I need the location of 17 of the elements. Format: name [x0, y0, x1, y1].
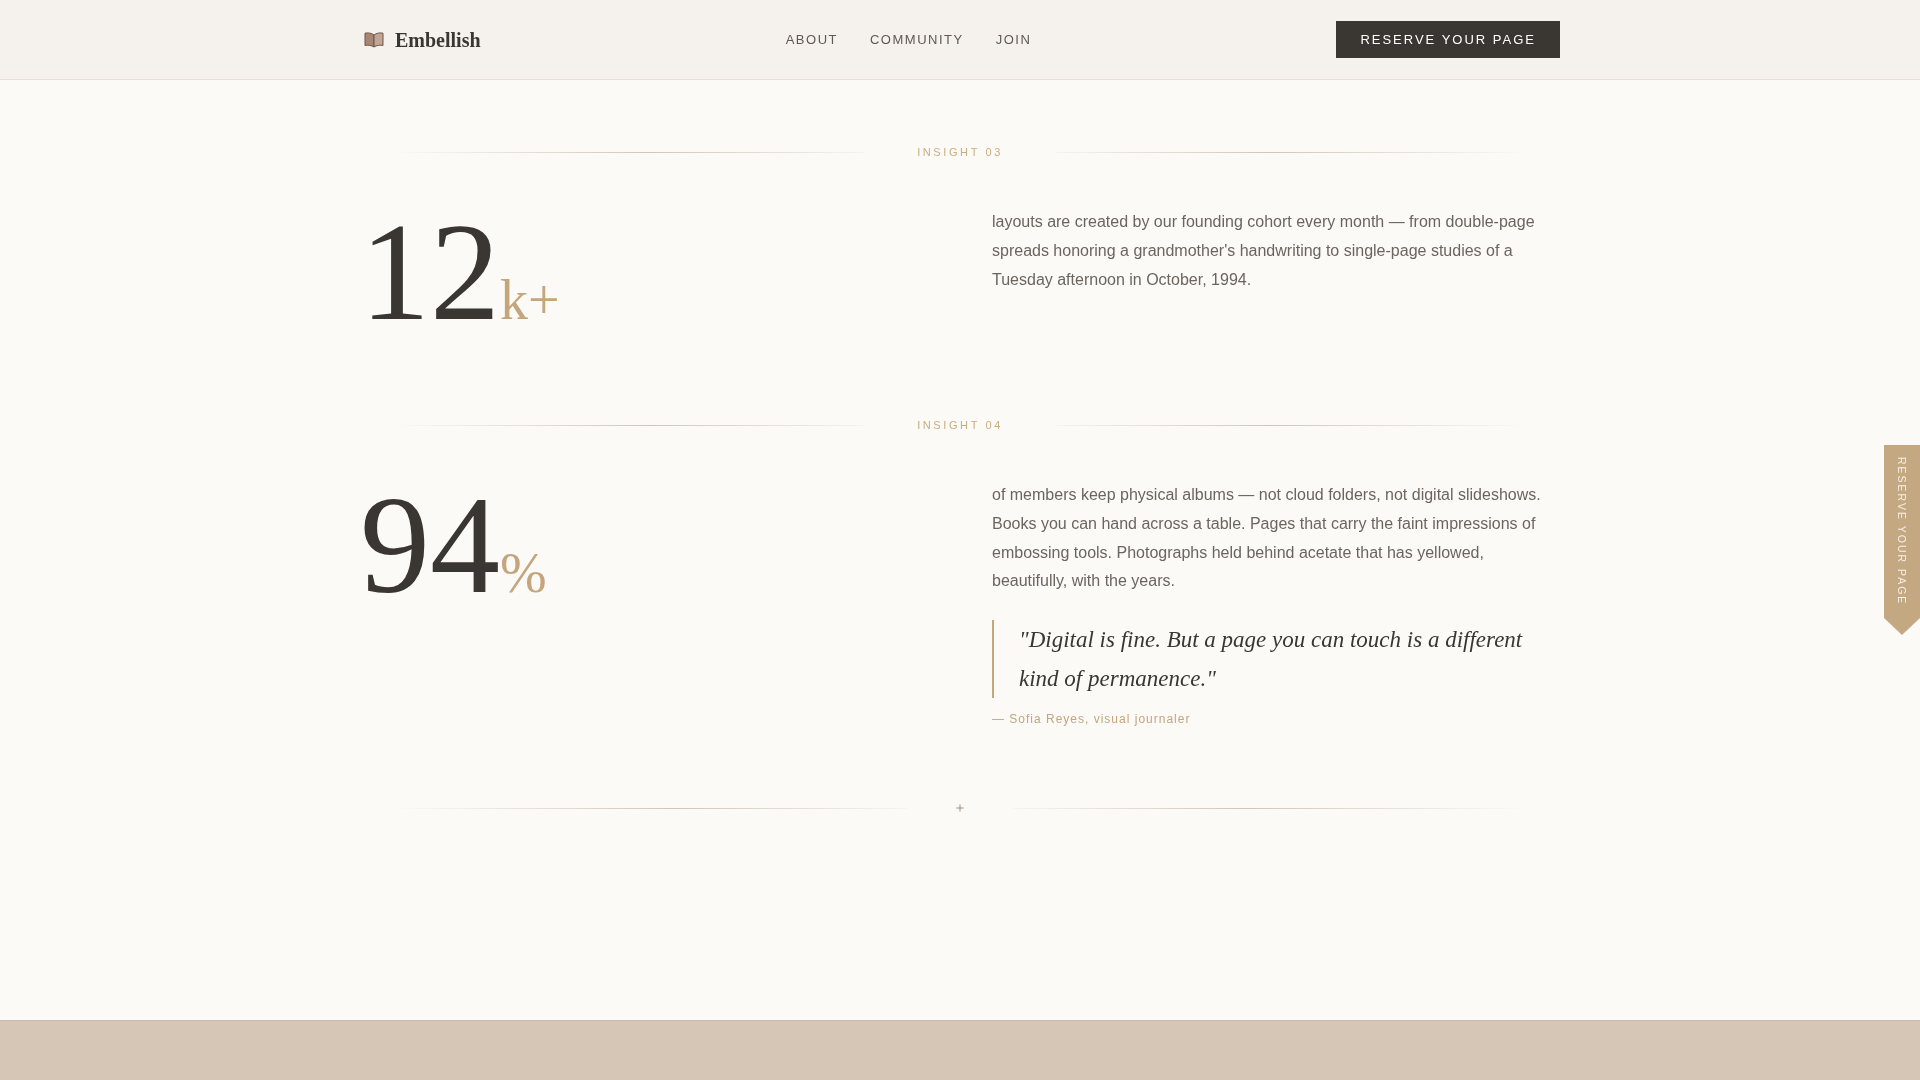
stat-suffix: % — [500, 542, 547, 604]
pull-quote: "Digital is fine. But a page you can touch is a different kind of permanence." — [992, 620, 1560, 699]
nav-link[interactable]: JOIN — [995, 30, 1032, 49]
brand-name[interactable]: Embellish — [395, 27, 481, 52]
stat-suffix: k+ — [500, 269, 560, 331]
open-book-icon — [364, 31, 384, 48]
section-label: INSIGHT 03 — [917, 145, 1003, 160]
nav-link[interactable]: COMMUNITY — [870, 30, 964, 49]
stat-description: of members keep physical albums — not cloud folders, not digital slideshows. Books you can hand across a table. Pages that carry the faint impressions of embossing tools. Photographs held behind acetate that has yellowed, beautifully, with the years. — [992, 485, 1542, 592]
stat-number: 94 — [360, 467, 500, 622]
sparkle-icon — [955, 803, 965, 814]
nav-link[interactable]: ABOUT — [785, 30, 838, 49]
stat-number: 12 — [360, 194, 500, 349]
quote-attribution: — Sofia Reyes, visual journaler — [992, 711, 1192, 729]
section-label: INSIGHT 04 — [917, 418, 1003, 433]
reserve-page-button[interactable]: RESERVE YOUR PAGE — [1336, 21, 1560, 58]
stat-description: layouts are created by our founding cohort every month — from double-page spreads honoring a grandmother's handwriting to single-page studies of a Tuesday afternoon in October, 1994. — [992, 212, 1536, 290]
